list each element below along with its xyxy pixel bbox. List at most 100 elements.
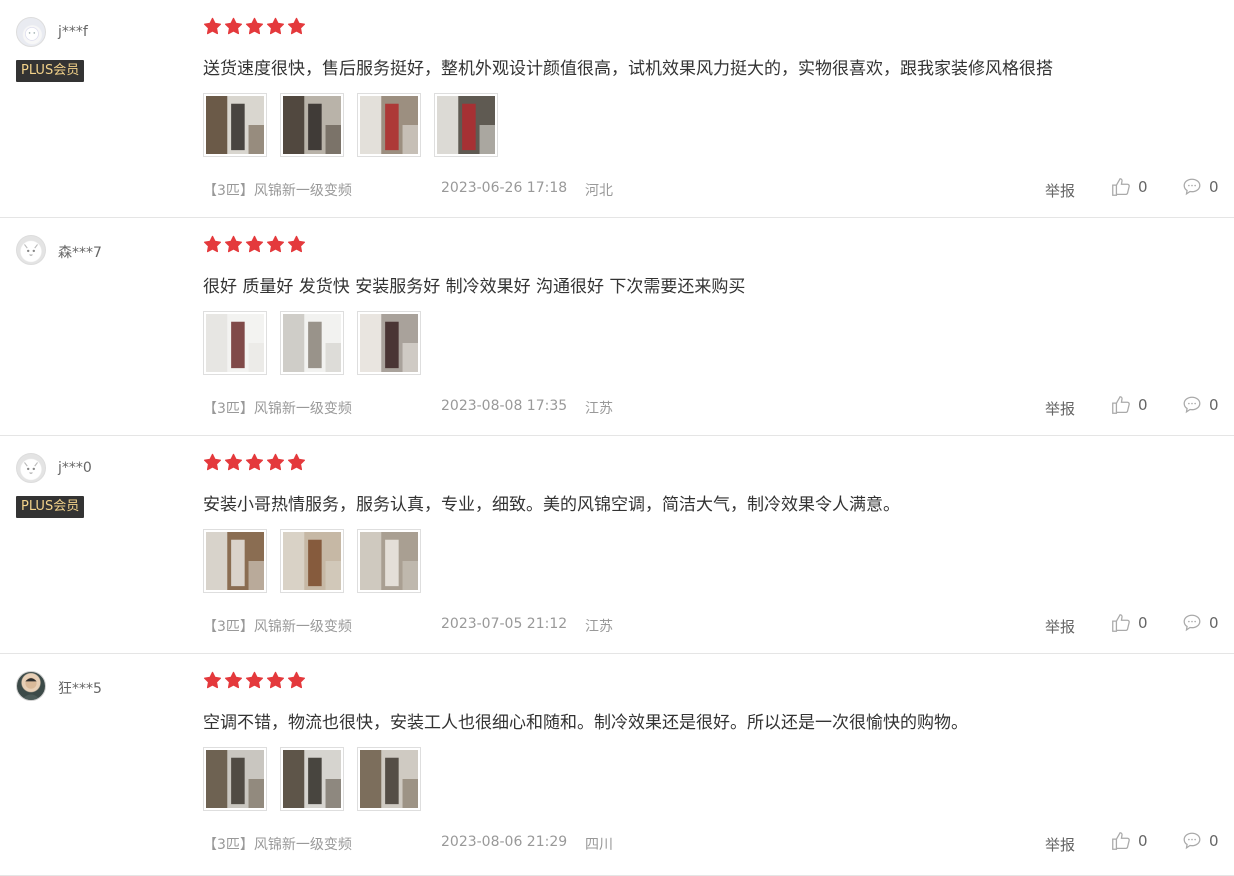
star-icon	[287, 671, 306, 690]
star-icon	[224, 17, 243, 36]
star-icon	[266, 235, 285, 254]
comment-bubble-icon	[1181, 176, 1203, 198]
review-photos	[203, 311, 421, 375]
user-avatar-icon	[17, 18, 45, 46]
report-link[interactable]: 举报	[1045, 180, 1075, 201]
comment-bubble-icon	[1181, 394, 1203, 416]
like-button[interactable]: 0	[1110, 394, 1148, 416]
like-count: 0	[1138, 396, 1148, 414]
review-photo-thumbnail[interactable]	[280, 529, 344, 593]
star-icon	[287, 17, 306, 36]
reply-button[interactable]: 0	[1181, 830, 1219, 852]
star-icon	[203, 453, 222, 472]
star-icon	[287, 453, 306, 472]
star-icon	[245, 671, 264, 690]
review-list: j***f PLUS会员 送货速度很快，售后服务挺好，整机外观设计颜值很高，试机…	[0, 0, 1234, 876]
star-icon	[287, 235, 306, 254]
review-region: 四川	[585, 837, 613, 853]
review-item: 狂***5 空调不错，物流也很快，安装工人也很细心和随和。制冷效果还是很好。所以…	[0, 654, 1234, 876]
cat-avatar-icon	[17, 454, 45, 482]
star-icon	[245, 17, 264, 36]
star-icon	[203, 671, 222, 690]
avatar[interactable]	[16, 453, 46, 483]
review-region: 江苏	[585, 619, 613, 635]
comment-bubble-icon	[1181, 830, 1203, 852]
review-date: 2023-07-05 21:12	[441, 616, 568, 632]
review-photos	[203, 747, 421, 811]
star-icon	[203, 235, 222, 254]
star-rating	[203, 235, 306, 254]
thumbs-up-icon	[1110, 830, 1132, 852]
reply-button[interactable]: 0	[1181, 394, 1219, 416]
review-item: j***f PLUS会员 送货速度很快，售后服务挺好，整机外观设计颜值很高，试机…	[0, 0, 1234, 218]
comment-bubble-icon	[1181, 612, 1203, 634]
star-icon	[266, 453, 285, 472]
star-icon	[224, 235, 243, 254]
thumbs-up-icon	[1110, 176, 1132, 198]
review-region: 江苏	[585, 401, 613, 417]
username: 狂***5	[58, 681, 102, 697]
username: j***0	[58, 460, 92, 476]
review-date: 2023-08-08 17:35	[441, 398, 568, 414]
review-text: 安装小哥热情服务，服务认真，专业，细致。美的风锦空调，简洁大气，制冷效果令人满意…	[203, 495, 900, 515]
review-photo-thumbnail[interactable]	[357, 311, 421, 375]
review-photo-thumbnail[interactable]	[203, 311, 267, 375]
review-photo-thumbnail[interactable]	[280, 747, 344, 811]
review-text: 送货速度很快，售后服务挺好，整机外观设计颜值很高，试机效果风力挺大的，实物很喜欢…	[203, 59, 1053, 79]
review-photo-thumbnail[interactable]	[357, 529, 421, 593]
avatar[interactable]	[16, 235, 46, 265]
review-date: 2023-06-26 17:18	[441, 180, 568, 196]
star-rating	[203, 671, 306, 690]
product-variant: 【3匹】风锦新一级变频	[203, 401, 352, 417]
review-item: 森***7 很好 质量好 发货快 安装服务好 制冷效果好 沟通很好 下次需要还来…	[0, 218, 1234, 436]
star-icon	[266, 17, 285, 36]
plus-member-badge: PLUS会员	[16, 496, 85, 518]
like-button[interactable]: 0	[1110, 612, 1148, 634]
username: j***f	[58, 24, 88, 40]
reply-button[interactable]: 0	[1181, 612, 1219, 634]
cat-avatar-icon	[17, 236, 45, 264]
report-link[interactable]: 举报	[1045, 616, 1075, 637]
review-region: 河北	[585, 183, 613, 199]
product-variant: 【3匹】风锦新一级变频	[203, 837, 352, 853]
review-photo-thumbnail[interactable]	[357, 93, 421, 157]
like-count: 0	[1138, 832, 1148, 850]
reply-button[interactable]: 0	[1181, 176, 1219, 198]
review-date: 2023-08-06 21:29	[441, 834, 568, 850]
review-photo-thumbnail[interactable]	[203, 529, 267, 593]
review-photo-thumbnail[interactable]	[357, 747, 421, 811]
review-photos	[203, 529, 421, 593]
like-count: 0	[1138, 178, 1148, 196]
like-button[interactable]: 0	[1110, 176, 1148, 198]
like-count: 0	[1138, 614, 1148, 632]
review-photo-thumbnail[interactable]	[203, 747, 267, 811]
star-icon	[224, 453, 243, 472]
star-icon	[266, 671, 285, 690]
reply-count: 0	[1209, 614, 1219, 632]
star-rating	[203, 453, 306, 472]
reply-count: 0	[1209, 178, 1219, 196]
product-variant: 【3匹】风锦新一级变频	[203, 183, 352, 199]
reply-count: 0	[1209, 832, 1219, 850]
star-rating	[203, 17, 306, 36]
star-icon	[245, 453, 264, 472]
thumbs-up-icon	[1110, 394, 1132, 416]
like-button[interactable]: 0	[1110, 830, 1148, 852]
review-item: j***0 PLUS会员 安装小哥热情服务，服务认真，专业，细致。美的风锦空调，…	[0, 436, 1234, 654]
star-icon	[224, 671, 243, 690]
plus-member-badge: PLUS会员	[16, 60, 85, 82]
review-text: 很好 质量好 发货快 安装服务好 制冷效果好 沟通很好 下次需要还来购买	[203, 277, 746, 297]
avatar[interactable]	[16, 17, 46, 47]
avatar[interactable]	[16, 671, 46, 701]
review-photo-thumbnail[interactable]	[280, 311, 344, 375]
username: 森***7	[58, 245, 102, 261]
report-link[interactable]: 举报	[1045, 834, 1075, 855]
report-link[interactable]: 举报	[1045, 398, 1075, 419]
review-photo-thumbnail[interactable]	[434, 93, 498, 157]
product-variant: 【3匹】风锦新一级变频	[203, 619, 352, 635]
review-text: 空调不错，物流也很快，安装工人也很细心和随和。制冷效果还是很好。所以还是一次很愉…	[203, 713, 968, 733]
review-photo-thumbnail[interactable]	[203, 93, 267, 157]
review-photo-thumbnail[interactable]	[280, 93, 344, 157]
thumbs-up-icon	[1110, 612, 1132, 634]
person-avatar-icon	[17, 672, 45, 700]
